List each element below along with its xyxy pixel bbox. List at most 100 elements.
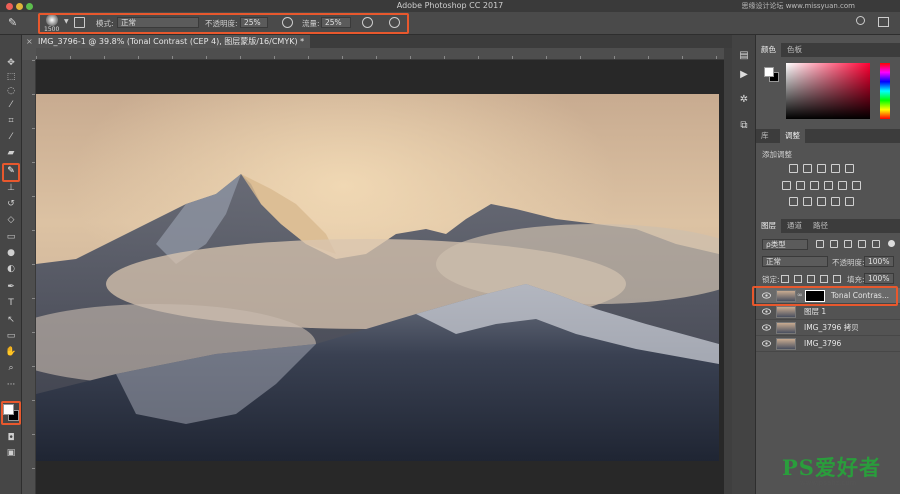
channel-mixer-icon[interactable] xyxy=(852,181,861,190)
color-panel-tabs: 颜色 色板 xyxy=(756,43,900,57)
posterize-icon[interactable] xyxy=(803,197,812,206)
history-brush-tool-icon[interactable]: ↺ xyxy=(4,198,18,210)
canvas-area[interactable] xyxy=(36,60,724,494)
black-white-icon[interactable] xyxy=(824,181,833,190)
color-fg-swatch[interactable] xyxy=(764,67,774,77)
actions-play-icon[interactable]: ▶ xyxy=(738,68,750,80)
top-watermark: 思缘设计论坛 www.missyuan.com xyxy=(741,2,855,10)
app-title: Adobe Photoshop CC 2017 xyxy=(396,1,504,10)
layer-filter-select[interactable]: ρ类型 xyxy=(762,239,808,250)
foreground-color-swatch[interactable] xyxy=(3,404,14,415)
layer-thumbnail xyxy=(776,338,796,350)
brush-tool-icon[interactable]: ✎ xyxy=(8,16,22,30)
vibrance-icon[interactable] xyxy=(782,181,791,190)
filter-type-icon[interactable] xyxy=(844,240,852,248)
exposure-icon[interactable] xyxy=(831,164,840,173)
lock-artboard-icon[interactable] xyxy=(820,275,828,283)
dodge-tool-icon[interactable]: ◐ xyxy=(4,263,18,275)
layer-row[interactable]: IMG_3796 xyxy=(756,336,900,352)
curves-icon[interactable] xyxy=(817,164,826,173)
shape-tool-icon[interactable]: ▭ xyxy=(4,330,18,342)
quick-select-tool-icon[interactable]: ⁄ xyxy=(4,99,18,111)
marquee-tool-icon[interactable]: ⬚ xyxy=(4,71,18,83)
layer-row[interactable]: IMG_3796 拷贝 xyxy=(756,320,900,336)
layer-opacity-field[interactable]: 100% xyxy=(864,256,894,267)
gradient-adjust-icon[interactable] xyxy=(845,164,854,173)
tab-channels[interactable]: 通道 xyxy=(782,219,807,233)
layer-row[interactable]: 图层 1 xyxy=(756,304,900,320)
eye-icon[interactable] xyxy=(762,324,771,331)
close-window-button[interactable] xyxy=(6,3,13,10)
tab-color[interactable]: 颜色 xyxy=(756,43,781,57)
hue-slider[interactable] xyxy=(880,63,890,119)
stamp-tool-icon[interactable]: ⊥ xyxy=(4,182,18,194)
lock-pixels-icon[interactable] xyxy=(794,275,802,283)
filter-smart-object-icon[interactable] xyxy=(872,240,880,248)
blend-mode-select[interactable]: 正常 xyxy=(762,256,828,267)
title-bar: Adobe Photoshop CC 2017 思缘设计论坛 www.missy… xyxy=(0,0,900,12)
mountain-photo xyxy=(36,94,719,461)
fill-field[interactable]: 100% xyxy=(864,273,894,284)
minimize-window-button[interactable] xyxy=(16,3,23,10)
threshold-icon[interactable] xyxy=(817,197,826,206)
gradient-map-icon[interactable] xyxy=(845,197,854,206)
filter-toggle-icon[interactable] xyxy=(888,240,895,247)
lasso-tool-icon[interactable]: ◌ xyxy=(4,85,18,97)
clone-source-icon[interactable]: ⧉ xyxy=(738,119,750,131)
selective-color-icon[interactable] xyxy=(831,197,840,206)
eyedropper-tool-icon[interactable]: ⁄ xyxy=(4,131,18,143)
pen-tool-icon[interactable]: ✒ xyxy=(4,281,18,293)
layer-thumbnail xyxy=(776,322,796,334)
color-field[interactable] xyxy=(786,63,870,119)
filter-shape-icon[interactable] xyxy=(858,240,866,248)
color-balance-icon[interactable] xyxy=(810,181,819,190)
brightness-contrast-icon[interactable] xyxy=(789,164,798,173)
document-tab[interactable]: × IMG_3796-1 @ 39.8% (Tonal Contrast (CE… xyxy=(22,35,311,48)
hue-saturation-icon[interactable] xyxy=(796,181,805,190)
eraser-tool-icon[interactable]: ◇ xyxy=(4,214,18,226)
tab-paths[interactable]: 路径 xyxy=(808,219,833,233)
layer-name: IMG_3796 xyxy=(804,339,842,348)
path-select-tool-icon[interactable]: ↖ xyxy=(4,314,18,326)
tools-panel: ✥ ⬚ ◌ ⁄ ⌗ ⁄ ▰ ✎ ⊥ ↺ ◇ ▭ ● ◐ ✒ T ↖ ▭ ✋ ⌕ … xyxy=(0,35,22,494)
eye-icon[interactable] xyxy=(762,340,771,347)
layer-thumbnail xyxy=(776,306,796,318)
lock-all-icon[interactable] xyxy=(833,275,841,283)
type-tool-icon[interactable]: T xyxy=(4,297,18,309)
hand-tool-icon[interactable]: ✋ xyxy=(4,346,18,358)
eye-icon[interactable] xyxy=(762,308,771,315)
tab-libraries[interactable]: 库 xyxy=(756,129,774,143)
blur-tool-icon[interactable]: ● xyxy=(4,247,18,259)
vertical-scrollbar[interactable] xyxy=(724,48,732,494)
search-icon[interactable] xyxy=(856,16,865,25)
more-tools-icon[interactable]: ··· xyxy=(4,379,18,391)
healing-brush-tool-icon[interactable]: ▰ xyxy=(4,147,18,159)
move-tool-icon[interactable]: ✥ xyxy=(4,57,18,69)
document-tab-title: IMG_3796-1 @ 39.8% (Tonal Contrast (CEP … xyxy=(38,37,305,46)
levels-icon[interactable] xyxy=(803,164,812,173)
screen-mode-icon[interactable]: ▣ xyxy=(4,447,18,459)
workspace-icon[interactable] xyxy=(878,17,889,27)
close-tab-icon[interactable]: × xyxy=(26,35,33,48)
gradient-tool-icon[interactable]: ▭ xyxy=(4,231,18,243)
layer-name: 图层 1 xyxy=(804,307,827,316)
tab-adjustments[interactable]: 调整 xyxy=(780,129,805,143)
maximize-window-button[interactable] xyxy=(26,3,33,10)
site-watermark-url: www.psahz.com xyxy=(800,479,857,487)
properties-panel-icon[interactable]: ✲ xyxy=(738,93,750,105)
invert-icon[interactable] xyxy=(789,197,798,206)
history-panel-icon[interactable]: ▤ xyxy=(738,49,750,61)
fill-label: 填充: xyxy=(847,275,865,284)
lock-position-icon[interactable] xyxy=(807,275,815,283)
tab-swatches[interactable]: 色板 xyxy=(782,43,807,57)
lock-transparency-icon[interactable] xyxy=(781,275,789,283)
photo-filter-icon[interactable] xyxy=(838,181,847,190)
zoom-tool-icon[interactable]: ⌕ xyxy=(4,362,18,374)
right-panel: 颜色 色板 库 调整 添加调整 图层 通道 路径 ρ类型 正常 不透明度: 10… xyxy=(756,35,900,494)
tab-layers[interactable]: 图层 xyxy=(756,219,781,233)
crop-tool-icon[interactable]: ⌗ xyxy=(4,115,18,127)
layer-highlight-box xyxy=(752,286,898,306)
filter-adjustment-icon[interactable] xyxy=(830,240,838,248)
filter-pixel-icon[interactable] xyxy=(816,240,824,248)
quick-mask-icon[interactable]: ◘ xyxy=(4,432,18,444)
